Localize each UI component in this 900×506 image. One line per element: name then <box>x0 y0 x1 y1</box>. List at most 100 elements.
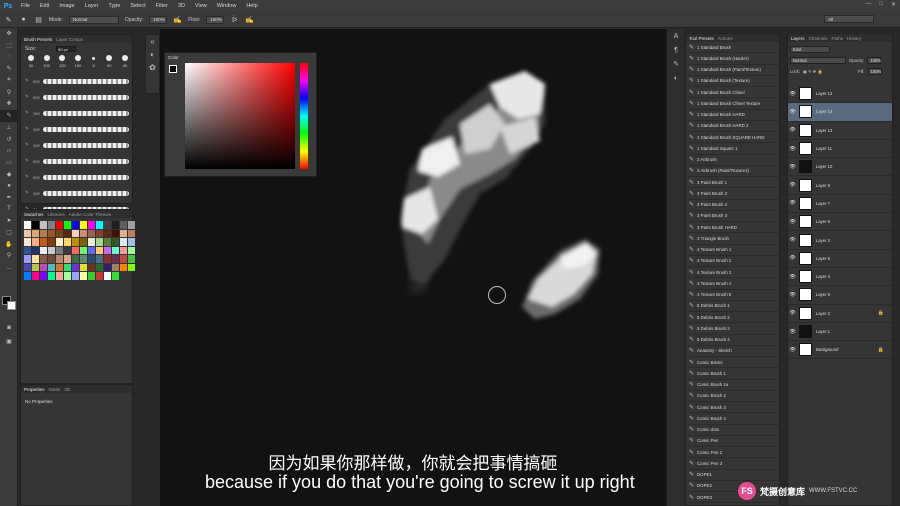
hand-tool-icon[interactable]: ✋ <box>0 238 18 250</box>
tool-preset-item[interactable]: ✎ 1 Standard Brush Chisel Texture <box>686 98 779 110</box>
brush-tool-icon[interactable]: ✎ <box>4 15 13 24</box>
airbrush-icon[interactable]: ᐖ <box>230 15 239 24</box>
color-swatch[interactable] <box>72 221 79 229</box>
layer-row[interactable]: 👁 Layer 3 <box>788 231 892 250</box>
clone-stamp-tool-icon[interactable]: ⊥ <box>0 122 18 134</box>
history-brush-tool-icon[interactable]: ↺ <box>0 133 18 145</box>
layer-row[interactable]: 👁 Layer 4 <box>788 268 892 287</box>
color-swatch[interactable] <box>112 255 119 263</box>
path-select-tool-icon[interactable]: ➤ <box>0 215 18 227</box>
tab-3d[interactable]: 3D <box>64 387 70 392</box>
eyedropper-tool-icon[interactable]: ⚲ <box>0 86 18 98</box>
color-swatch[interactable] <box>88 238 95 246</box>
tab-layers[interactable]: Layers <box>791 36 805 41</box>
dodge-tool-icon[interactable]: ● <box>0 180 18 192</box>
color-swatch[interactable] <box>80 238 87 246</box>
color-swatch[interactable] <box>112 238 119 246</box>
brush-tip[interactable]: 100 <box>72 55 84 68</box>
visibility-eye-icon[interactable]: 👁 <box>788 200 797 206</box>
color-swatch[interactable] <box>64 229 71 237</box>
tool-preset-item[interactable]: ✎ 1 Standard Brush (Texture) <box>686 76 779 87</box>
color-swatch[interactable] <box>56 221 63 229</box>
mode-select[interactable]: Normal <box>68 15 119 24</box>
tool-preset-item[interactable]: ✎ 2 Airbrush <box>686 155 779 166</box>
blur-tool-icon[interactable]: ◆ <box>0 168 18 180</box>
tab-layer-comps[interactable]: Layer Comps <box>56 37 83 42</box>
brush-tip[interactable]: 8 <box>88 55 100 68</box>
color-swatch[interactable] <box>88 229 95 237</box>
color-swatch[interactable] <box>128 229 135 237</box>
visibility-eye-icon[interactable]: 👁 <box>788 255 797 261</box>
brush-tip[interactable]: 45 <box>119 55 131 68</box>
shape-tool-icon[interactable]: ▢ <box>0 227 18 239</box>
flow-input[interactable]: 100% <box>206 15 225 24</box>
pressure-opacity-icon[interactable]: ✍ <box>173 15 182 24</box>
healing-tool-icon[interactable]: ✚ <box>0 98 18 110</box>
color-swatch[interactable] <box>104 221 111 229</box>
layer-row[interactable]: 👁 Layer 5 <box>788 250 892 268</box>
tool-preset-item[interactable]: ✎ 2 Airbrush (Paint/Texture1) <box>686 166 779 177</box>
tab-history[interactable]: History <box>847 36 861 41</box>
color-swatch[interactable] <box>64 263 71 271</box>
color-swatch[interactable] <box>40 263 47 271</box>
color-swatch[interactable] <box>96 238 103 246</box>
color-swatch[interactable] <box>40 221 47 229</box>
color-swatch[interactable] <box>120 229 127 237</box>
type-tool-icon[interactable]: T <box>0 203 18 215</box>
brush-panel-toggle-icon[interactable]: ▤ <box>34 15 43 24</box>
visibility-eye-icon[interactable]: 👁 <box>788 274 797 280</box>
visibility-eye-icon[interactable]: 👁 <box>788 127 797 133</box>
current-color-swatch[interactable] <box>169 65 177 73</box>
eraser-tool-icon[interactable]: ▱ <box>0 145 18 157</box>
color-swatch[interactable] <box>104 272 111 280</box>
tool-preset-item[interactable]: ✎ 4 Texture Brush 4 <box>686 278 779 290</box>
tool-preset-item[interactable]: ✎ 5 Debris Brush 4 <box>686 335 779 346</box>
color-swatch[interactable] <box>128 221 135 229</box>
color-swatch[interactable] <box>96 272 103 280</box>
tool-preset-item[interactable]: ✎ Anatomy - Sketch <box>686 346 779 357</box>
fill-input[interactable]: 100% <box>867 68 882 75</box>
visibility-eye-icon[interactable]: 👁 <box>788 91 797 97</box>
paragraph-panel-icon[interactable]: ¶ <box>667 43 685 57</box>
character-panel-icon[interactable]: A <box>667 29 685 43</box>
color-swatch[interactable] <box>56 263 63 271</box>
tool-preset-item[interactable]: ✎ Comic Brush 1 <box>686 368 779 380</box>
color-swatch[interactable] <box>120 238 127 246</box>
menu-window[interactable]: Window <box>212 3 242 9</box>
color-swatch[interactable] <box>120 221 127 229</box>
brush-tip[interactable]: 30 <box>25 55 37 68</box>
brush-tip[interactable]: 90 <box>103 55 115 68</box>
color-swatch[interactable] <box>96 246 103 254</box>
color-swatch[interactable] <box>48 255 55 263</box>
color-swatch[interactable] <box>104 229 111 237</box>
visibility-eye-icon[interactable]: 👁 <box>788 237 797 243</box>
color-swatch[interactable] <box>128 238 135 246</box>
brush-tip[interactable]: 125 <box>56 55 68 68</box>
color-swatch[interactable] <box>72 263 79 271</box>
layer-row[interactable]: 👁 Layer 10 <box>788 158 892 177</box>
color-swatch[interactable] <box>96 263 103 271</box>
color-swatch[interactable] <box>32 221 39 229</box>
brush-stroke-preset[interactable]: ✎ 100 <box>25 121 129 137</box>
color-swatch[interactable] <box>72 229 79 237</box>
color-swatch[interactable] <box>32 229 39 237</box>
color-swatch[interactable] <box>64 246 71 254</box>
color-swatch[interactable] <box>72 272 79 280</box>
color-swatch[interactable] <box>96 229 103 237</box>
brush-stroke-preset[interactable]: ✎ 100 <box>25 185 129 201</box>
color-swatch[interactable] <box>64 238 71 246</box>
tool-preset-item[interactable]: ✎ 1 Standard Brush HARD 2 <box>686 121 779 132</box>
visibility-eye-icon[interactable]: 👁 <box>788 164 797 170</box>
color-swatch[interactable] <box>40 246 47 254</box>
color-swatch[interactable] <box>88 221 95 229</box>
visibility-eye-icon[interactable]: 👁 <box>788 292 797 298</box>
color-swatch[interactable] <box>32 263 39 271</box>
color-swatch[interactable] <box>64 272 71 280</box>
color-swatch[interactable] <box>56 272 63 280</box>
move-tool-icon[interactable]: ✥ <box>0 28 18 40</box>
color-swatch[interactable] <box>48 272 55 280</box>
color-panel-icon[interactable]: ◐ <box>146 48 159 61</box>
brush-size-input[interactable]: 80 px <box>56 46 77 52</box>
tab-swatches[interactable]: Swatches <box>24 212 44 217</box>
tool-preset-item[interactable]: ✎ 4 Texture Brush 2 <box>686 256 779 267</box>
